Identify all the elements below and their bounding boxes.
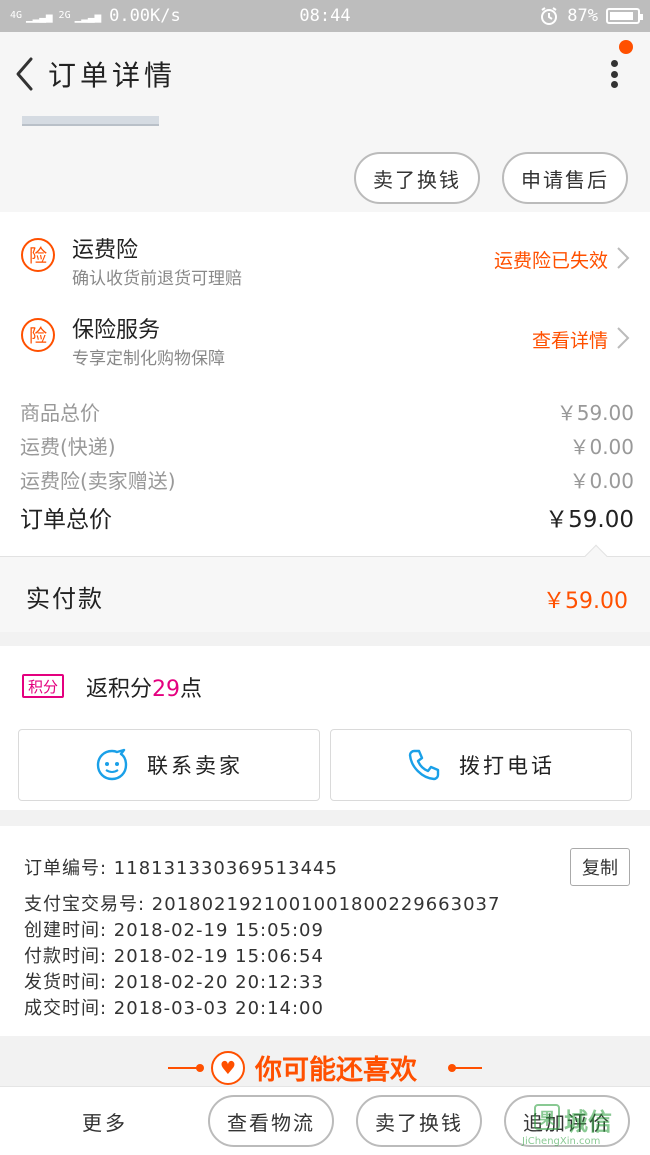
points-prefix: 返积分	[86, 677, 153, 702]
insurance-icon: 险	[21, 318, 55, 352]
top-actions: 卖了换钱 申请售后	[0, 116, 650, 212]
created-time: 创建时间: 2018-02-19 15:05:09	[24, 920, 324, 941]
goods-total-label: 商品总价	[20, 400, 100, 425]
insurance-subtitle: 专享定制化购物保障	[72, 349, 225, 369]
view-details-link[interactable]: 查看详情	[532, 326, 608, 353]
goods-total-row: 商品总价 ￥59.00	[20, 394, 634, 428]
order-total-row: 订单总价 ￥59.00	[20, 498, 634, 536]
shipped-time: 发货时间: 2018-02-20 20:12:33	[24, 972, 324, 993]
phone-icon	[408, 749, 440, 781]
copy-button[interactable]: 复制	[570, 848, 630, 886]
order-total-label: 订单总价	[20, 507, 112, 533]
heart-icon: ♥	[211, 1051, 245, 1085]
shipping-insurance-label: 运费险(卖家赠送)	[20, 468, 176, 493]
page-title: 订单详情	[48, 59, 177, 92]
actual-payment-row: 实付款 ￥59.00	[0, 544, 650, 632]
contact-seller-button[interactable]: 联系卖家	[18, 729, 320, 801]
after-sale-button[interactable]: 申请售后	[502, 152, 628, 204]
chat-bubble-icon	[96, 748, 128, 781]
insurance-row-shipping[interactable]: 险 运费险 确认收货前退货可理赔 运费险已失效	[0, 220, 650, 296]
recommend-header: ♥ 你可能还喜欢	[0, 1036, 650, 1086]
insurance-row-service[interactable]: 险 保险服务 专享定制化购物保障 查看详情	[0, 300, 650, 376]
more-link[interactable]: 更多	[82, 1107, 128, 1136]
dot-icon	[610, 81, 618, 88]
points-count: 29	[152, 677, 181, 702]
contact-seller-label: 联系卖家	[147, 754, 243, 778]
actual-payment-label: 实付款	[26, 585, 104, 613]
insurance-title: 运费险	[72, 238, 139, 263]
completed-time: 成交时间: 2018-03-03 20:14:00	[24, 998, 324, 1019]
view-logistics-button[interactable]: 查看物流	[208, 1095, 334, 1147]
dot-icon	[610, 70, 618, 78]
product-image-edge	[22, 116, 159, 126]
notification-dot	[619, 40, 633, 54]
status-bar: 4G ▁▂▃▅ 2G ▁▂▃▅ 0.00K/s 08:44 87%	[0, 0, 650, 32]
dot-icon	[196, 1064, 204, 1072]
points-badge: 积分	[22, 674, 65, 698]
shipping-insurance-value: ￥0.00	[569, 468, 634, 493]
paid-time: 付款时间: 2018-02-19 15:06:54	[24, 946, 324, 967]
signal-2g-icon: 2G	[58, 10, 71, 21]
shipping-insurance-row: 运费险(卖家赠送) ￥0.00	[20, 462, 634, 496]
shipping-value: ￥0.00	[569, 434, 634, 459]
call-phone-label: 拨打电话	[459, 754, 555, 778]
signal-4g-icon: 4G	[10, 10, 23, 21]
actual-payment-value: ￥59.00	[543, 589, 628, 614]
sell-button-top[interactable]: 卖了换钱	[354, 152, 480, 204]
shipping-label: 运费(快递)	[20, 434, 116, 459]
watermark-url: JiChengXin.com	[522, 1136, 601, 1147]
chevron-left-icon	[16, 57, 33, 91]
insurance-icon: 险	[21, 238, 55, 272]
signal-bars-icon: ▁▂▃▅	[74, 9, 102, 23]
sell-button-bottom[interactable]: 卖了换钱	[356, 1095, 482, 1147]
watermark-brand: 城信	[564, 1108, 612, 1136]
nav-bar: 订单详情	[0, 32, 650, 116]
shipping-row: 运费(快递) ￥0.00	[20, 428, 634, 462]
chevron-right-icon	[617, 327, 630, 349]
goods-total-value: ￥59.00	[556, 400, 634, 425]
battery-icon	[606, 8, 643, 24]
alipay-trade-number: 支付宝交易号: 2018021921001001800229663037	[24, 894, 501, 915]
points-suffix: 点	[180, 677, 203, 702]
points-text: 返积分29点	[86, 671, 202, 703]
chevron-right-icon	[617, 247, 630, 269]
more-menu-button[interactable]	[604, 54, 624, 94]
order-number: 订单编号: 118131330369513445	[24, 858, 338, 879]
recommend-title: 你可能还喜欢	[255, 1055, 417, 1086]
back-button[interactable]	[0, 32, 48, 116]
order-total-value: ￥59.00	[545, 507, 634, 533]
watermark-logo: 果	[534, 1104, 560, 1130]
dot-icon	[610, 60, 618, 67]
signal-bars-icon: ▁▂▃▅	[26, 9, 53, 23]
call-phone-button[interactable]: 拨打电话	[330, 729, 632, 801]
alarm-icon	[541, 7, 558, 25]
insurance-subtitle: 确认收货前退货可理赔	[72, 269, 242, 289]
insurance-title: 保险服务	[72, 318, 161, 343]
divider	[452, 1067, 482, 1069]
battery-percent: 87%	[567, 6, 598, 26]
net-speed: 0.00K/s	[109, 6, 181, 26]
order-summary-card: 险 运费险 确认收货前退货可理赔 运费险已失效 险 保险服务 专享定制化购物保障…	[0, 212, 650, 556]
watermark: 果 城信 JiChengXin.com	[508, 1100, 648, 1150]
insurance-status[interactable]: 运费险已失效	[494, 246, 608, 273]
